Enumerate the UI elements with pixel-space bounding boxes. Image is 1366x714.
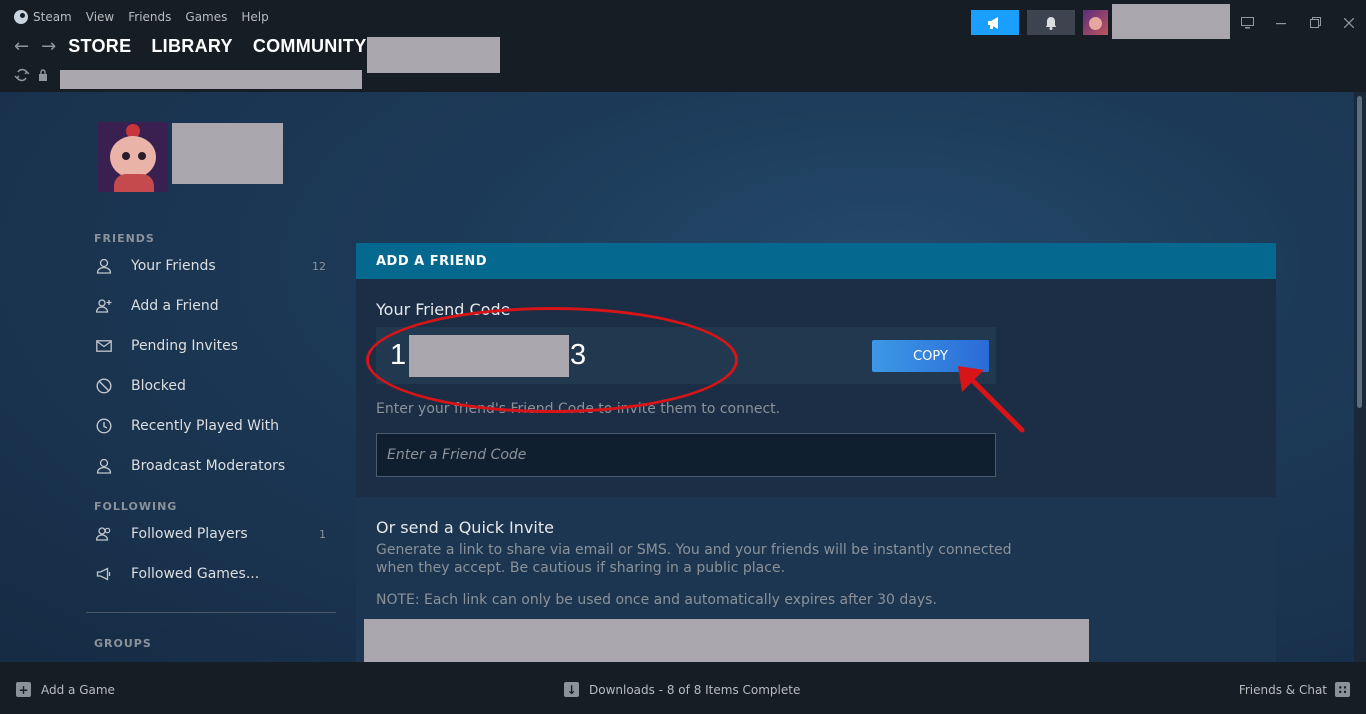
sidebar-item-label: Add a Friend xyxy=(131,298,219,314)
friends-chat-icon: ∷ xyxy=(1335,682,1350,697)
followed-players-count: 1 xyxy=(319,527,326,541)
close-button[interactable] xyxy=(1332,10,1366,35)
friend-code-box: 1 3 COPY xyxy=(376,327,996,384)
menu-games[interactable]: Games xyxy=(185,10,227,24)
nav-library[interactable]: LIBRARY xyxy=(151,36,232,57)
friends-count: 12 xyxy=(312,259,326,273)
bell-icon xyxy=(1046,16,1056,30)
refresh-icon[interactable] xyxy=(14,68,30,82)
add-game-button[interactable]: + Add a Game xyxy=(16,682,115,697)
sidebar-item-blocked[interactable]: Blocked xyxy=(86,366,336,406)
quick-invite-note: NOTE: Each link can only be used once an… xyxy=(376,592,937,608)
nav-store[interactable]: STORE xyxy=(68,36,131,57)
sidebar-item-label: Broadcast Moderators xyxy=(131,458,286,474)
sidebar-item-your-friends[interactable]: Your Friends 12 xyxy=(86,246,336,286)
sidebar-item-label: Followed Games... xyxy=(131,566,260,582)
redacted-nav-username[interactable] xyxy=(367,37,500,73)
steam-logo-icon xyxy=(14,10,28,24)
sidebar-item-add-friend[interactable]: Add a Friend xyxy=(86,286,336,326)
redacted-profile-name[interactable] xyxy=(172,123,283,184)
friend-code-label: Your Friend Code xyxy=(376,300,511,319)
sidebar-item-label: Pending Invites xyxy=(131,338,238,354)
add-person-icon xyxy=(96,298,112,314)
people-icon xyxy=(96,526,112,542)
plus-icon: + xyxy=(16,682,31,697)
bottom-bar: + Add a Game ↓ Downloads - 8 of 8 Items … xyxy=(0,662,1366,714)
back-arrow-icon[interactable]: ← xyxy=(14,36,29,57)
megaphone-icon xyxy=(96,566,112,582)
friends-sidebar: FRIENDS Your Friends 12 Add a Friend Pen… xyxy=(86,232,336,651)
person-icon xyxy=(96,258,112,274)
blocked-icon xyxy=(96,378,112,394)
url-row xyxy=(14,68,48,82)
menu-steam-label: Steam xyxy=(33,10,72,24)
copy-button[interactable]: COPY xyxy=(872,340,989,372)
megaphone-icon xyxy=(988,16,998,29)
downloads-button[interactable]: ↓ Downloads - 8 of 8 Items Complete xyxy=(564,682,800,697)
minimize-button[interactable] xyxy=(1264,10,1298,35)
sidebar-item-label: Your Friends xyxy=(131,258,216,274)
forward-arrow-icon[interactable]: → xyxy=(41,36,56,57)
sidebar-item-label: Followed Players xyxy=(131,526,248,542)
quick-invite-title: Or send a Quick Invite xyxy=(376,518,554,537)
friends-chat-button[interactable]: Friends & Chat ∷ xyxy=(1239,682,1350,697)
menu-friends[interactable]: Friends xyxy=(128,10,171,24)
sidebar-item-followed-games[interactable]: Followed Games... xyxy=(86,554,336,594)
sidebar-item-pending-invites[interactable]: Pending Invites xyxy=(86,326,336,366)
menu-view[interactable]: View xyxy=(86,10,114,24)
announcements-button[interactable] xyxy=(971,10,1019,35)
panel-header: ADD A FRIEND xyxy=(356,243,1276,279)
restore-button[interactable] xyxy=(1298,10,1332,35)
lock-icon xyxy=(39,69,47,81)
sidebar-item-label: Blocked xyxy=(131,378,186,394)
user-avatar[interactable] xyxy=(1083,10,1108,35)
notifications-button[interactable] xyxy=(1027,10,1075,35)
friend-code-end: 3 xyxy=(570,339,587,371)
redacted-url[interactable] xyxy=(60,70,362,89)
redacted-username[interactable] xyxy=(1112,4,1230,39)
redacted-friend-code xyxy=(409,335,569,377)
friend-code-start: 1 xyxy=(390,339,407,371)
title-bar: Steam View Friends Games Help ← → STORE xyxy=(0,0,1366,92)
minimize-icon xyxy=(1276,22,1286,24)
downloads-label: Downloads - 8 of 8 Items Complete xyxy=(589,682,801,697)
clock-icon xyxy=(96,418,112,434)
restore-icon xyxy=(1309,17,1321,28)
add-game-label: Add a Game xyxy=(41,682,115,697)
envelope-icon xyxy=(96,338,112,354)
profile-avatar[interactable] xyxy=(98,122,168,192)
following-section-header: FOLLOWING xyxy=(94,500,178,513)
main-nav: ← → STORE LIBRARY COMMUNITY xyxy=(14,36,387,57)
sidebar-item-followed-players[interactable]: Followed Players 1 xyxy=(86,514,336,554)
add-friend-panel: ADD A FRIEND Your Friend Code 1 3 COPY E… xyxy=(356,243,1276,662)
friends-chat-label: Friends & Chat xyxy=(1238,682,1327,697)
quick-invite-description: Generate a link to share via email or SM… xyxy=(376,542,1012,576)
friend-code-input[interactable] xyxy=(376,433,996,477)
top-right-controls xyxy=(971,4,1366,39)
sidebar-item-recently-played[interactable]: Recently Played With xyxy=(86,406,336,446)
monitor-icon xyxy=(1240,16,1254,28)
menu-bar: Steam View Friends Games Help xyxy=(14,10,269,24)
sidebar-item-broadcast-moderators[interactable]: Broadcast Moderators xyxy=(86,446,336,486)
menu-steam[interactable]: Steam xyxy=(14,10,72,24)
nav-community[interactable]: COMMUNITY xyxy=(253,36,367,57)
download-icon: ↓ xyxy=(564,682,579,697)
close-icon xyxy=(1344,17,1354,28)
menu-help[interactable]: Help xyxy=(241,10,268,24)
big-picture-button[interactable] xyxy=(1230,10,1264,35)
person-icon xyxy=(96,458,112,474)
sidebar-divider xyxy=(86,612,336,613)
friends-section-header: FRIENDS xyxy=(94,232,155,245)
groups-section-header: GROUPS xyxy=(94,637,152,650)
sidebar-item-label: Recently Played With xyxy=(131,418,279,434)
scrollbar-thumb[interactable] xyxy=(1357,96,1362,408)
friend-code-hint: Enter your friend's Friend Code to invit… xyxy=(376,401,781,417)
